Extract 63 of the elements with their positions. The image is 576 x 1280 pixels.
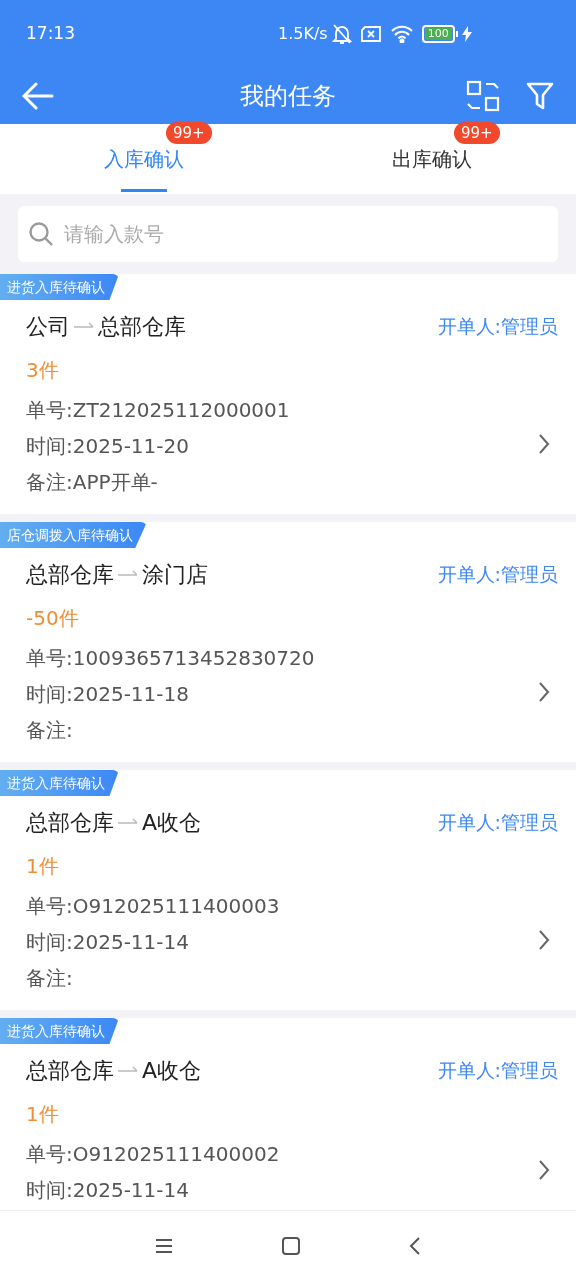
order-remark: 备注: [26, 717, 74, 744]
order-number: 单号:O912025111400003 [26, 893, 281, 920]
order-number: 单号:1009365713452830720 [26, 645, 316, 672]
target-warehouse: 涂门店 [142, 560, 208, 589]
chevron-right-icon [538, 681, 550, 703]
search-icon [28, 221, 54, 247]
status-time: 17:13 [26, 22, 76, 46]
battery-level: 100 [424, 28, 452, 40]
order-time: 时间:2025-11-20 [26, 433, 190, 460]
status-tag: 店仓调拨入库待确认 [0, 522, 147, 548]
arrow-icon [74, 322, 94, 330]
arrow-icon [118, 1066, 138, 1074]
filter-icon[interactable] [526, 81, 554, 111]
back-icon[interactable] [409, 1235, 422, 1256]
quantity: 3件 [26, 357, 60, 384]
order-card[interactable]: 进货入库待确认 总部仓库 A收仓 开单人:管理员 1件 单号:O912025111400003 时间:2025-11-14 备注: [0, 770, 576, 1010]
scan-icon[interactable] [466, 80, 500, 112]
menu-icon[interactable] [154, 1237, 173, 1254]
source-warehouse: 总部仓库 [26, 808, 114, 837]
quantity: 1件 [26, 853, 60, 880]
order-remark: 备注: [26, 965, 74, 992]
page-title: 我的任务 [240, 81, 336, 112]
target-warehouse: A收仓 [142, 1056, 202, 1085]
quantity: 1件 [26, 1101, 60, 1128]
order-card[interactable]: 进货入库待确认 公司 总部仓库 开单人:管理员 3件 单号:ZT212025112000001 时间:2025-11-20 备注:APP开单- [0, 274, 576, 514]
sim-icon [359, 25, 382, 43]
status-tag: 进货入库待确认 [0, 770, 119, 796]
network-speed: 1.5K/s [278, 23, 328, 45]
tab[interactable]: 入库确认 99+ [0, 124, 288, 194]
status-tag: 进货入库待确认 [0, 1018, 119, 1044]
chevron-right-icon [538, 433, 550, 455]
order-remark: 备注:APP开单- [26, 469, 159, 496]
creator-label: 开单人:管理员 [437, 809, 558, 835]
source-warehouse: 总部仓库 [26, 1056, 114, 1085]
tab[interactable]: 出库确认 99+ [288, 124, 576, 194]
order-time: 时间:2025-11-14 [26, 1177, 190, 1204]
creator-label: 开单人:管理员 [437, 561, 558, 587]
bell-muted-icon [331, 23, 352, 45]
wifi-icon [389, 25, 414, 43]
search-field[interactable]: 请输入款号 [18, 206, 558, 262]
chevron-right-icon [538, 929, 550, 951]
target-warehouse: A收仓 [142, 808, 202, 837]
order-time: 时间:2025-11-18 [26, 681, 190, 708]
order-time: 时间:2025-11-14 [26, 929, 190, 956]
source-warehouse: 总部仓库 [26, 560, 114, 589]
home-icon[interactable] [282, 1236, 300, 1255]
creator-label: 开单人:管理员 [437, 1057, 558, 1083]
arrow-icon [118, 570, 138, 578]
order-number: 单号:O912025111400002 [26, 1141, 281, 1168]
chevron-right-icon [538, 1159, 550, 1181]
arrow-icon [118, 818, 138, 826]
order-number: 单号:ZT212025112000001 [26, 397, 291, 424]
count-badge: 99+ [454, 122, 500, 144]
order-card[interactable]: 进货入库待确认 总部仓库 A收仓 开单人:管理员 1件 单号:O912025111400002 时间:2025-11-14 [0, 1018, 576, 1210]
target-warehouse: 总部仓库 [98, 312, 186, 341]
source-warehouse: 公司 [26, 312, 70, 341]
creator-label: 开单人:管理员 [437, 313, 558, 339]
back-arrow-icon[interactable] [22, 82, 54, 110]
order-card[interactable]: 店仓调拨入库待确认 总部仓库 涂门店 开单人:管理员 -50件 单号:1009365713452830720 时间:2025-11-18 备注: [0, 522, 576, 762]
charging-icon [461, 26, 472, 42]
count-badge: 99+ [166, 122, 212, 144]
status-tag: 进货入库待确认 [0, 274, 119, 300]
quantity: -50件 [26, 605, 80, 632]
